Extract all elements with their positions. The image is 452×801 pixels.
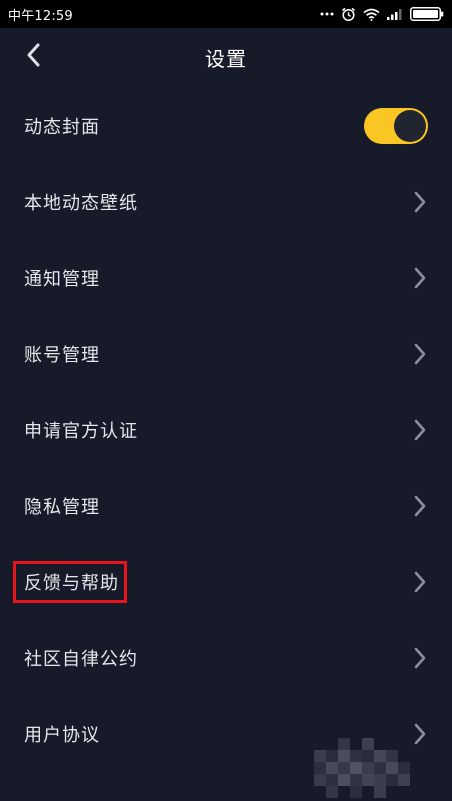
header: 设置 — [0, 28, 452, 86]
dynamic-cover-toggle[interactable] — [364, 108, 428, 144]
setting-row-official-verification[interactable]: 申请官方认证 — [0, 392, 452, 468]
wifi-icon — [363, 8, 380, 21]
more-dots-icon — [320, 11, 334, 17]
status-time: 中午12:59 — [8, 8, 73, 24]
chevron-left-icon — [25, 42, 41, 72]
signal-icon — [387, 8, 403, 20]
setting-label: 隐私管理 — [24, 497, 100, 518]
setting-label: 动态封面 — [24, 117, 100, 138]
status-icons — [320, 7, 444, 22]
back-button[interactable] — [16, 40, 50, 74]
setting-row-notifications[interactable]: 通知管理 — [0, 240, 452, 316]
chevron-right-icon — [412, 341, 428, 367]
battery-icon — [410, 7, 444, 21]
chevron-right-icon — [412, 265, 428, 291]
toggle-knob — [394, 110, 426, 142]
chevron-right-icon — [412, 493, 428, 519]
chevron-right-icon — [412, 721, 428, 747]
chevron-right-icon — [412, 569, 428, 595]
setting-row-privacy[interactable]: 隐私管理 — [0, 468, 452, 544]
settings-screen: 中午12:59 设置 动态封面 本地动态壁纸 通知管理 账号管理 申请官方认证 … — [0, 0, 452, 801]
setting-row-feedback-help[interactable]: 反馈与帮助 — [0, 544, 452, 620]
setting-label: 本地动态壁纸 — [24, 193, 138, 214]
alarm-icon — [341, 7, 356, 22]
setting-label: 用户协议 — [24, 725, 100, 746]
chevron-right-icon — [412, 417, 428, 443]
page-title: 设置 — [205, 46, 247, 71]
setting-row-user-agreement[interactable]: 用户协议 — [0, 696, 452, 772]
setting-row-dynamic-cover[interactable]: 动态封面 — [0, 88, 452, 164]
setting-row-local-wallpaper[interactable]: 本地动态壁纸 — [0, 164, 452, 240]
setting-row-account[interactable]: 账号管理 — [0, 316, 452, 392]
setting-label: 账号管理 — [24, 345, 100, 366]
chevron-right-icon — [412, 645, 428, 671]
chevron-right-icon — [412, 189, 428, 215]
setting-label: 通知管理 — [24, 269, 100, 290]
setting-label: 社区自律公约 — [24, 649, 138, 670]
setting-label: 反馈与帮助 — [24, 573, 119, 594]
status-bar: 中午12:59 — [0, 0, 452, 28]
setting-label: 申请官方认证 — [24, 421, 138, 442]
setting-row-community-guidelines[interactable]: 社区自律公约 — [0, 620, 452, 696]
